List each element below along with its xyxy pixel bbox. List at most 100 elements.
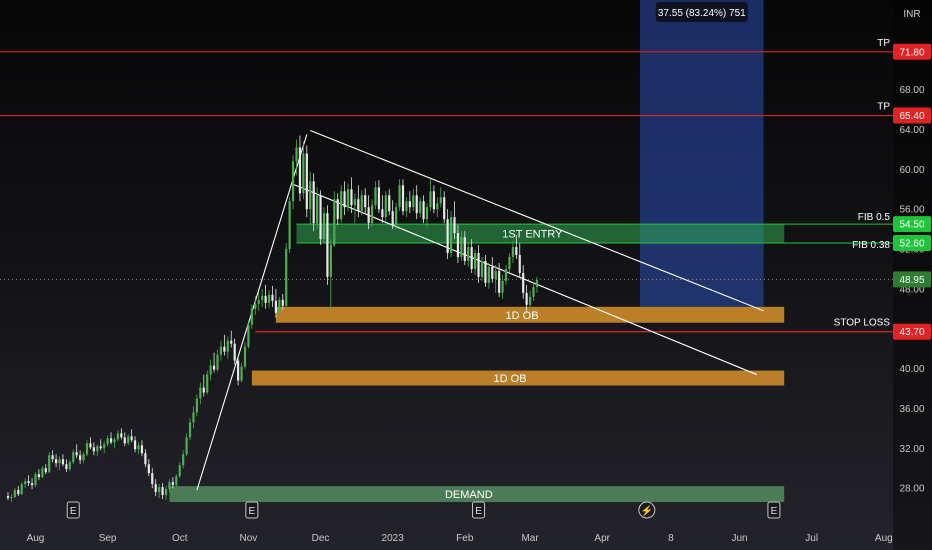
- candle-body: [140, 445, 144, 454]
- candle-body: [408, 201, 411, 208]
- candle-body: [96, 446, 99, 452]
- candle-body: [333, 199, 336, 246]
- candle-body: [219, 346, 223, 355]
- candle-body: [415, 195, 418, 214]
- candle-body: [319, 195, 322, 240]
- candle-body: [291, 161, 295, 202]
- candle-body: [470, 247, 473, 269]
- candle-body: [515, 247, 518, 256]
- candle-body: [103, 444, 106, 449]
- candle-body: [484, 260, 487, 283]
- y-tick-label: 36.00: [899, 404, 924, 415]
- candle-body: [350, 189, 353, 206]
- candle-body: [412, 195, 415, 208]
- projection-box[interactable]: [639, 0, 764, 307]
- candle-body: [494, 270, 497, 279]
- candle-body: [443, 197, 446, 220]
- candle-body: [419, 201, 422, 214]
- candle-body: [456, 233, 460, 258]
- y-tick-label: 60.00: [899, 165, 924, 176]
- level-label: TP: [877, 38, 890, 49]
- candle-body: [432, 191, 435, 210]
- candle-body: [295, 147, 298, 162]
- candle-body: [161, 487, 164, 496]
- candle-body: [329, 245, 332, 277]
- y-tick-label: 56.00: [899, 205, 924, 216]
- candle-body: [436, 203, 439, 210]
- candle-body: [267, 294, 271, 303]
- x-tick-label: Aug: [27, 533, 45, 544]
- candle-body: [230, 340, 233, 344]
- candle-body: [48, 455, 51, 473]
- price-tag-label: 71.80: [899, 47, 924, 58]
- candle-body: [377, 187, 381, 210]
- candle-body: [175, 476, 178, 486]
- candle-body: [133, 440, 137, 450]
- candle-body: [501, 280, 504, 293]
- x-tick-label: Aug: [875, 533, 893, 544]
- candle-body: [285, 249, 288, 306]
- candle-body: [61, 459, 65, 465]
- candle-body: [127, 436, 130, 444]
- candle-body: [261, 295, 264, 300]
- trading-chart[interactable]: 1ST ENTRY 1D OB 1D OB DEMAND FIB 0.5 FIB 0.38…: [0, 0, 932, 550]
- candle-body: [381, 209, 384, 218]
- candle-body: [168, 482, 171, 490]
- candle-body: [89, 443, 92, 448]
- candle-body: [199, 387, 202, 399]
- candle-body: [357, 199, 360, 212]
- candle-body: [13, 490, 16, 498]
- event-marker-glyph: ⚡: [641, 504, 653, 517]
- candle-body: [185, 437, 188, 455]
- zone-label: 1D OB: [494, 373, 527, 385]
- candle-body: [41, 468, 44, 478]
- projection-label: 37.55 (83.24%) 751: [658, 8, 746, 19]
- candle-body: [360, 195, 363, 212]
- x-tick-label: Nov: [240, 533, 258, 544]
- candle-body: [223, 346, 226, 352]
- candle-body: [429, 191, 432, 208]
- candle-body: [511, 247, 514, 258]
- candle-body: [535, 279, 539, 287]
- candle-body: [216, 354, 219, 370]
- candle-body: [164, 489, 168, 496]
- candle-body: [202, 387, 205, 393]
- candle-body: [384, 195, 387, 218]
- level-label: TP: [877, 102, 890, 113]
- price-chart-canvas[interactable]: 1ST ENTRY 1D OB 1D OB DEMAND FIB 0.5 FIB 0.38…: [0, 0, 932, 550]
- candle-body: [171, 482, 174, 486]
- candle-body: [30, 483, 34, 486]
- candle-body: [364, 195, 367, 208]
- price-tag-label: 65.40: [899, 111, 924, 122]
- x-tick-label: 2023: [382, 533, 405, 544]
- candle-body: [240, 366, 243, 381]
- candle-body: [532, 286, 535, 297]
- candle-body: [257, 299, 260, 304]
- candle-body: [82, 454, 85, 461]
- candle-body: [504, 268, 508, 281]
- candle-body: [233, 343, 236, 361]
- candle-body: [120, 433, 123, 438]
- y-tick-label: 32.00: [899, 444, 924, 455]
- fib-label: FIB 0.5: [858, 212, 891, 223]
- candle-body: [37, 474, 41, 478]
- candle-body: [425, 207, 429, 220]
- candle-body: [247, 324, 250, 347]
- price-tag-label: 52.60: [899, 239, 924, 250]
- candle-body: [65, 464, 68, 470]
- candle-body: [271, 294, 274, 301]
- candle-body: [254, 303, 257, 309]
- candle-body: [353, 199, 356, 206]
- event-marker-glyph: E: [475, 506, 482, 517]
- candle-body: [305, 153, 308, 210]
- x-tick-label: Oct: [172, 533, 188, 544]
- price-tag-label: 43.70: [899, 327, 924, 338]
- event-marker-glyph: E: [70, 506, 77, 517]
- candle-body: [34, 474, 37, 486]
- event-marker-glyph: E: [771, 506, 778, 517]
- level-label: STOP LOSS: [834, 318, 891, 329]
- candle-body: [370, 205, 374, 224]
- candle-body: [27, 481, 30, 484]
- candle-body: [302, 153, 305, 194]
- candle-body: [480, 260, 484, 277]
